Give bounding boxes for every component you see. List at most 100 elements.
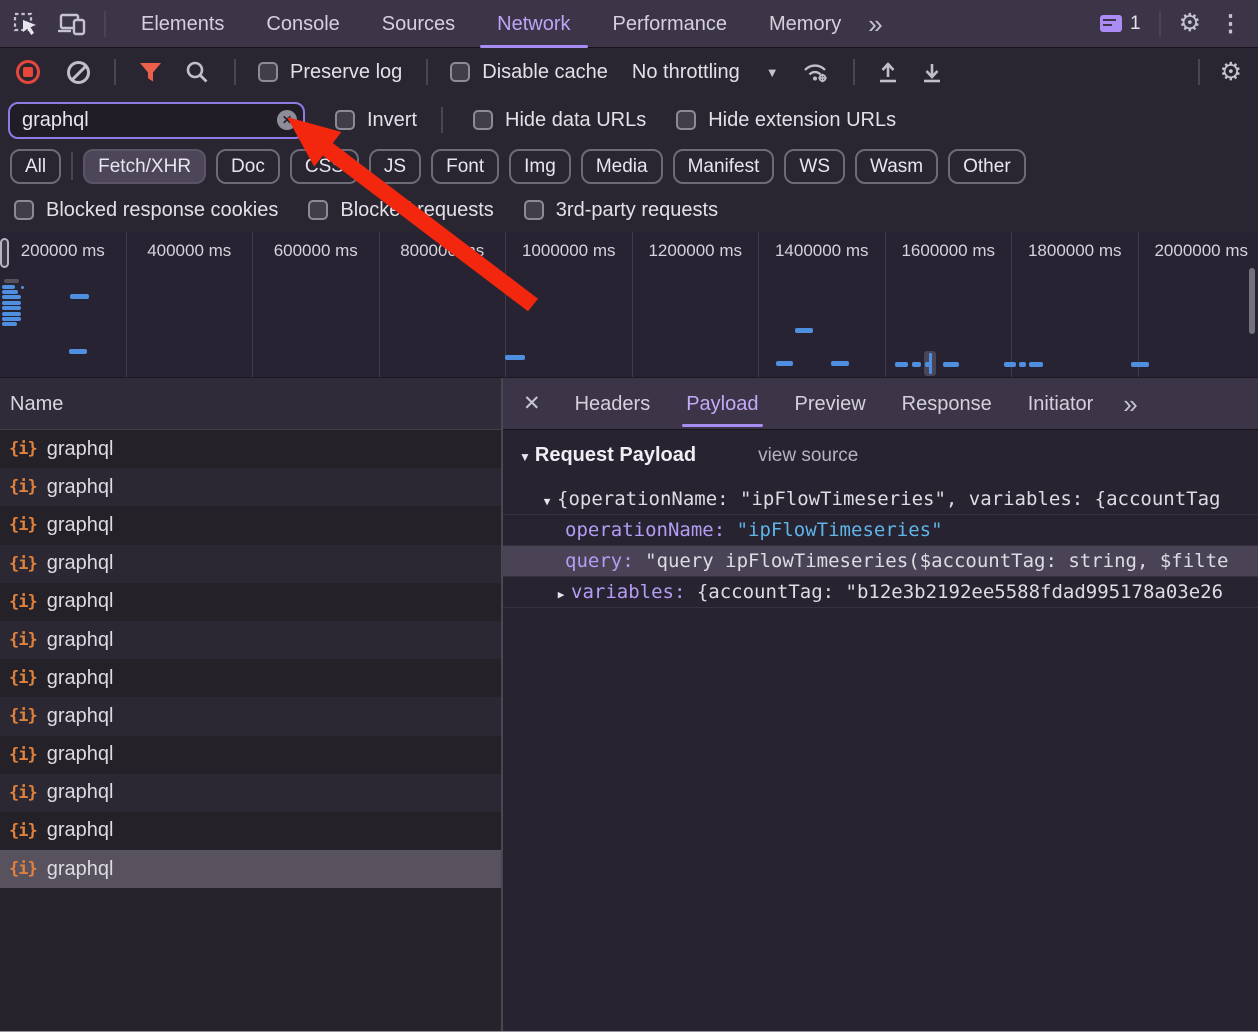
download-icon: [921, 60, 943, 84]
chip-js[interactable]: JS: [369, 149, 421, 184]
collapse-node-icon[interactable]: ▼: [537, 486, 557, 515]
network-overview-timeline[interactable]: 200000 ms400000 ms600000 ms800000 ms1000…: [0, 232, 1258, 378]
issues-count: 1: [1130, 13, 1141, 35]
invert-label: Invert: [367, 109, 417, 132]
network-request-row[interactable]: {i}graphql: [0, 812, 501, 850]
timeline-tick-label: 1200000 ms: [633, 241, 759, 261]
record-network-log-button[interactable]: [16, 60, 40, 84]
tab-response[interactable]: Response: [884, 378, 1010, 430]
network-request-row[interactable]: {i}graphql: [0, 583, 501, 621]
preserve-log-label: Preserve log: [290, 61, 402, 84]
divider: [71, 152, 73, 180]
timeline-tick-label: 2000000 ms: [1139, 241, 1258, 261]
issues-counter[interactable]: 1: [1100, 13, 1141, 35]
payload-root-row[interactable]: ▼{operationName: "ipFlowTimeseries", var…: [503, 484, 1258, 515]
blocked-response-cookies-checkbox[interactable]: Blocked response cookies: [14, 199, 278, 222]
tab-performance[interactable]: Performance: [592, 0, 749, 48]
divider: [1198, 59, 1200, 85]
disable-cache-label: Disable cache: [482, 61, 608, 84]
more-tabs-icon[interactable]: »: [862, 11, 888, 37]
inspect-element-icon[interactable]: [12, 10, 40, 37]
timeline-request-mark: [831, 361, 849, 366]
network-request-row[interactable]: {i}graphql: [0, 659, 501, 697]
view-source-link[interactable]: view source: [758, 445, 858, 467]
clear-filter-icon[interactable]: ✕: [277, 110, 297, 130]
more-details-tabs-icon[interactable]: »: [1117, 391, 1143, 417]
message-bubble-icon: [1100, 15, 1122, 32]
collapse-section-icon[interactable]: ▼: [519, 450, 531, 464]
hide-data-urls-label: Hide data URLs: [505, 109, 646, 132]
tab-elements[interactable]: Elements: [120, 0, 245, 48]
search-button[interactable]: [185, 60, 210, 85]
network-conditions-button[interactable]: [801, 60, 829, 84]
filter-toggle-button[interactable]: [138, 61, 163, 84]
network-settings-gear-icon[interactable]: ⚙: [1220, 60, 1242, 85]
network-request-row[interactable]: {i}graphql: [0, 506, 501, 544]
timeline-tick-label: 200000 ms: [0, 241, 126, 261]
network-request-row[interactable]: {i}graphql: [0, 774, 501, 812]
chip-doc[interactable]: Doc: [216, 149, 280, 184]
third-party-requests-checkbox[interactable]: 3rd-party requests: [524, 199, 718, 222]
chip-font[interactable]: Font: [431, 149, 499, 184]
payload-row-query[interactable]: query: "query ipFlowTimeseries($accountT…: [503, 546, 1258, 577]
divider: [114, 59, 116, 85]
payload-row-operation-name[interactable]: operationName: "ipFlowTimeseries": [503, 515, 1258, 546]
json-request-icon: {i}: [9, 706, 37, 726]
blocked-requests-checkbox[interactable]: Blocked requests: [308, 199, 493, 222]
chip-other[interactable]: Other: [948, 149, 1026, 184]
chip-css[interactable]: CSS: [290, 149, 359, 184]
export-har-button[interactable]: [921, 60, 943, 84]
network-request-row[interactable]: {i}graphql: [0, 545, 501, 583]
settings-gear-icon[interactable]: ⚙: [1179, 11, 1201, 36]
expand-node-icon[interactable]: ▶: [551, 579, 571, 608]
preserve-log-checkbox[interactable]: Preserve log: [258, 61, 402, 84]
json-request-icon: {i}: [9, 668, 37, 688]
chip-all[interactable]: All: [10, 149, 61, 184]
chip-img[interactable]: Img: [509, 149, 571, 184]
tab-preview[interactable]: Preview: [777, 378, 884, 430]
timeline-grip-handle[interactable]: [0, 238, 9, 268]
device-toolbar-icon[interactable]: [56, 11, 88, 37]
close-details-icon[interactable]: ✕: [503, 391, 557, 416]
name-column-header[interactable]: Name: [0, 378, 501, 430]
network-request-row[interactable]: {i}graphql: [0, 430, 501, 468]
network-filter-row: ✕ Invert Hide data URLs Hide extension U…: [0, 96, 1258, 144]
import-har-button[interactable]: [877, 60, 899, 84]
hide-extension-urls-checkbox[interactable]: Hide extension URLs: [676, 109, 896, 132]
tab-payload[interactable]: Payload: [668, 378, 776, 430]
network-request-row[interactable]: {i}graphql: [0, 621, 501, 659]
payload-string-value: "ipFlowTimeseries": [737, 519, 943, 541]
tab-memory[interactable]: Memory: [748, 0, 862, 48]
disable-cache-checkbox[interactable]: Disable cache: [450, 61, 608, 84]
chip-manifest[interactable]: Manifest: [673, 149, 775, 184]
json-request-icon: {i}: [9, 515, 37, 535]
hide-data-urls-checkbox[interactable]: Hide data URLs: [473, 109, 646, 132]
tab-sources[interactable]: Sources: [361, 0, 476, 48]
chip-media[interactable]: Media: [581, 149, 663, 184]
tab-console[interactable]: Console: [245, 0, 360, 48]
throttling-dropdown[interactable]: No throttling ▼: [632, 61, 779, 84]
json-request-icon: {i}: [9, 821, 37, 841]
payload-key: variables:: [571, 581, 685, 603]
clear-network-log-button[interactable]: [67, 61, 90, 84]
chip-ws[interactable]: WS: [784, 149, 845, 184]
invert-checkbox[interactable]: Invert: [335, 109, 417, 132]
chip-fetch-xhr[interactable]: Fetch/XHR: [83, 149, 206, 184]
filter-input[interactable]: [8, 102, 305, 139]
json-request-icon: {i}: [9, 630, 37, 650]
network-request-row[interactable]: {i}graphql: [0, 468, 501, 506]
tab-initiator[interactable]: Initiator: [1010, 378, 1112, 430]
network-request-row[interactable]: {i}graphql: [0, 697, 501, 735]
timeline-request-mark: [1029, 362, 1043, 367]
network-request-row[interactable]: {i}graphql: [0, 850, 501, 888]
payload-row-variables[interactable]: ▶variables: {accountTag: "b12e3b2192ee55…: [503, 577, 1258, 608]
chip-wasm[interactable]: Wasm: [855, 149, 938, 184]
network-request-row[interactable]: {i}graphql: [0, 736, 501, 774]
kebab-menu-icon[interactable]: ⋮: [1219, 10, 1242, 37]
hide-extension-urls-label: Hide extension URLs: [708, 109, 896, 132]
third-party-requests-label: 3rd-party requests: [556, 199, 718, 222]
timeline-request-mark: [69, 349, 87, 354]
tab-network[interactable]: Network: [476, 0, 591, 48]
timeline-scrollbar[interactable]: [1249, 268, 1255, 334]
tab-headers[interactable]: Headers: [557, 378, 669, 430]
